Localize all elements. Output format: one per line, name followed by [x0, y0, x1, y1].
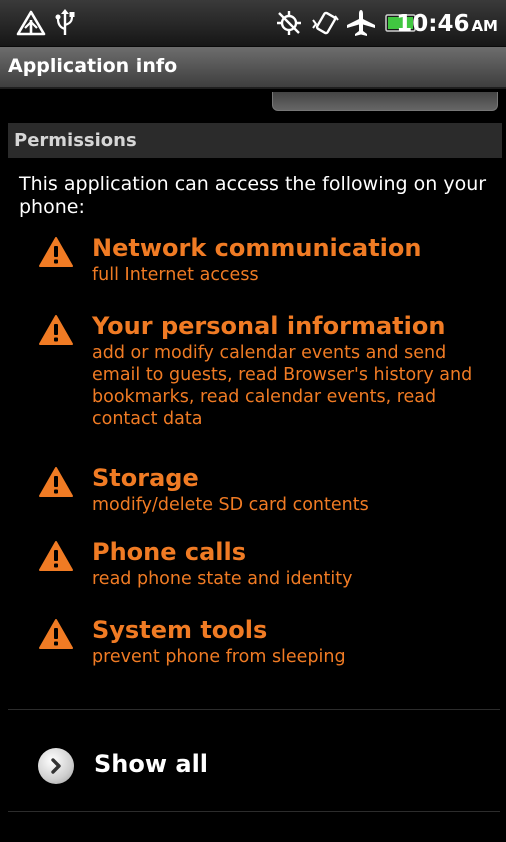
- permission-description: read phone state and identity: [92, 569, 353, 589]
- intro-text: This application can access the followin…: [19, 173, 487, 218]
- show-all-button[interactable]: Show all: [38, 746, 338, 786]
- warning-icon: [39, 541, 73, 571]
- status-time-value: 10:46: [396, 11, 470, 37]
- divider: [8, 709, 500, 710]
- warning-icon: [39, 467, 73, 497]
- permission-title: Network communication: [92, 234, 422, 262]
- warning-icon: [39, 315, 73, 345]
- section-header-label: Permissions: [14, 130, 137, 151]
- permission-description: add or modify calendar events and send e…: [92, 343, 473, 429]
- permission-title: Storage: [92, 464, 199, 492]
- permission-title: Phone calls: [92, 538, 247, 566]
- permission-description: modify/delete SD card contents: [92, 495, 369, 515]
- status-bar: 10:46 AM: [0, 0, 506, 47]
- usb-icon: [52, 9, 78, 37]
- show-all-label: Show all: [94, 750, 209, 778]
- warning-icon: [39, 619, 73, 649]
- warning-icon: [39, 237, 73, 267]
- warning-triangle-icon: [14, 9, 48, 37]
- status-time: 10:46 AM: [396, 11, 498, 37]
- chevron-right-icon: [38, 748, 74, 784]
- title-bar: Application info: [0, 47, 506, 89]
- page-title: Application info: [8, 55, 178, 77]
- permissions-section-header: Permissions: [8, 123, 502, 158]
- divider: [8, 811, 500, 812]
- permission-title: System tools: [92, 616, 268, 644]
- permission-description: full Internet access: [92, 265, 259, 285]
- permission-title: Your personal information: [92, 312, 446, 340]
- status-time-ampm: AM: [471, 17, 498, 35]
- vibrate-icon: [308, 9, 342, 37]
- permission-description: prevent phone from sleeping: [92, 647, 346, 667]
- gps-off-icon: [272, 9, 306, 37]
- button-stub: [272, 92, 498, 111]
- airplane-icon: [344, 9, 378, 37]
